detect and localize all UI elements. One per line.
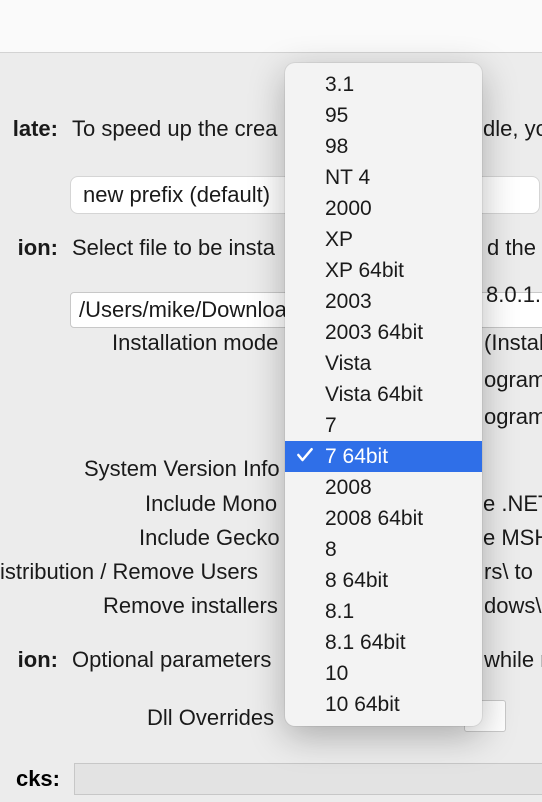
label-include-mono: Include Mono — [145, 491, 277, 517]
system-version-option-label: 2000 — [325, 197, 372, 221]
system-version-option-label: 7 64bit — [325, 445, 388, 469]
system-version-option[interactable]: 2003 — [285, 286, 482, 317]
text-while-tail: while r — [484, 647, 542, 673]
label-remove-installers: Remove installers — [103, 593, 278, 619]
label-dll-overrides: Dll Overrides — [147, 705, 274, 731]
system-version-option-label: 2008 — [325, 476, 372, 500]
system-version-option-label: 95 — [325, 104, 348, 128]
system-version-option[interactable]: 7 64bit — [285, 441, 482, 472]
check-icon — [295, 445, 315, 465]
system-version-option[interactable]: NT 4 — [285, 162, 482, 193]
system-version-option[interactable]: 2008 — [285, 472, 482, 503]
system-version-option-label: 2003 64bit — [325, 321, 423, 345]
system-version-option[interactable]: 8 64bit — [285, 565, 482, 596]
system-version-option[interactable]: 98 — [285, 131, 482, 162]
system-version-option-label: 8 64bit — [325, 569, 388, 593]
system-version-option[interactable]: 2003 64bit — [285, 317, 482, 348]
system-version-option[interactable]: XP — [285, 224, 482, 255]
system-version-option[interactable]: Vista 64bit — [285, 379, 482, 410]
text-program-tail-1: ogram — [484, 367, 542, 393]
label-installation: ion: — [0, 235, 58, 261]
system-version-option[interactable]: XP 64bit — [285, 255, 482, 286]
text-users-tail: rs\ to — [484, 559, 533, 585]
system-version-option-label: Vista 64bit — [325, 383, 423, 407]
system-version-option-label: XP 64bit — [325, 259, 404, 283]
system-version-option[interactable]: 2000 — [285, 193, 482, 224]
system-version-option-label: 8.1 — [325, 600, 354, 624]
system-version-option[interactable]: 8 — [285, 534, 482, 565]
label-distribution-remove-users: istribution / Remove Users — [0, 559, 258, 585]
system-version-option[interactable]: 7 — [285, 410, 482, 441]
label-installation-mode: Installation mode — [112, 330, 278, 356]
system-version-option-label: 98 — [325, 135, 348, 159]
system-version-option-label: 2003 — [325, 290, 372, 314]
text-msh-tail: e MSH — [483, 525, 542, 551]
label-optional-parameters: Optional parameters — [72, 647, 271, 673]
system-version-option-label: Vista — [325, 352, 371, 376]
template-desc-tail: dle, yo — [483, 116, 542, 142]
label-include-gecko: Include Gecko — [139, 525, 280, 551]
text-net-tail: e .NET — [483, 491, 542, 517]
system-version-option-label: XP — [325, 228, 353, 252]
system-version-option-label: 8 — [325, 538, 337, 562]
system-version-option[interactable]: 10 — [285, 658, 482, 689]
install-desc: Select file to be insta — [72, 235, 275, 261]
system-version-option-label: 10 — [325, 662, 348, 686]
system-version-dropdown[interactable]: 3.1 95 98 NT 4 2000 XP XP 64bit 2003 2003 64bit V… — [285, 63, 482, 726]
winetricks-field[interactable] — [74, 763, 542, 795]
system-version-option-label: 3.1 — [325, 73, 354, 97]
system-version-option-label: 8.1 64bit — [325, 631, 406, 655]
system-version-option-label: 10 64bit — [325, 693, 400, 717]
system-version-option[interactable]: 2008 64bit — [285, 503, 482, 534]
text-program-tail-2: ogram — [484, 404, 542, 430]
template-desc: To speed up the crea — [72, 116, 277, 142]
install-path-value: /Users/mike/Downloa — [79, 297, 287, 322]
label-winetricks: cks: — [0, 766, 60, 792]
install-desc-tail: d the — [487, 235, 536, 261]
text-install-tail: (Instal — [484, 330, 542, 356]
label-prefix-template: late: — [0, 116, 58, 142]
label-system-version-info: System Version Info — [84, 456, 280, 482]
system-version-option-label: 7 — [325, 414, 337, 438]
system-version-option[interactable]: 95 — [285, 100, 482, 131]
window-toolbar — [0, 0, 542, 53]
system-version-option-label: 2008 64bit — [325, 507, 423, 531]
system-version-option[interactable]: 10 64bit — [285, 689, 482, 720]
label-options: ion: — [0, 647, 58, 673]
system-version-option[interactable]: 8.1 64bit — [285, 627, 482, 658]
prefix-template-value: new prefix (default) — [83, 182, 270, 207]
system-version-option[interactable]: 3.1 — [285, 69, 482, 100]
system-version-option[interactable]: 8.1 — [285, 596, 482, 627]
text-windows-tail: dows\ — [484, 593, 541, 619]
system-version-option[interactable]: Vista — [285, 348, 482, 379]
install-path-tail: 8.0.1. — [486, 282, 541, 308]
system-version-option-label: NT 4 — [325, 166, 370, 190]
